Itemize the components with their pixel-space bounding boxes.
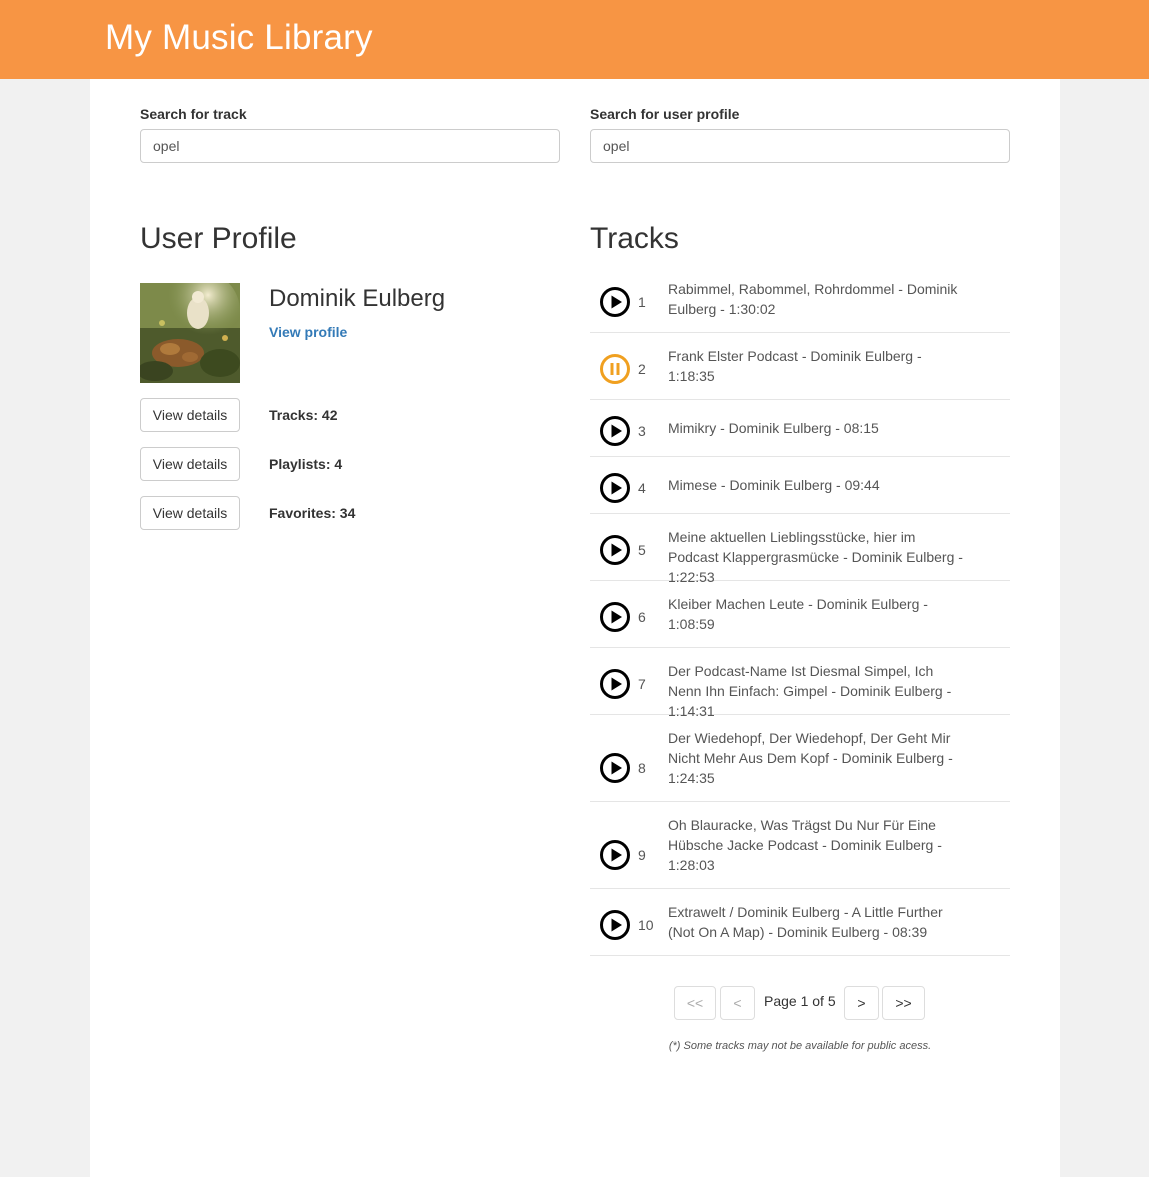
track-title[interactable]: Der Wiedehopf, Der Wiedehopf, Der Geht M… [668,728,968,788]
track-row[interactable]: 7 Der Podcast-Name Ist Diesmal Simpel, Ic… [590,648,1010,719]
track-title[interactable]: Mimese - Dominik Eulberg - 09:44 [668,475,968,495]
pause-icon[interactable] [599,353,631,385]
last-page-button[interactable]: >> [882,986,925,1020]
app-header: My Music Library [0,0,1149,79]
track-number: 10 [638,916,654,933]
view-tracks-details-button[interactable]: View details [140,398,240,432]
play-icon[interactable] [599,909,631,941]
track-row[interactable]: 8 Der Wiedehopf, Der Wiedehopf, Der Geht … [590,715,1010,802]
profile-avatar [140,283,240,383]
track-title[interactable]: Kleiber Machen Leute - Dominik Eulberg -… [668,594,968,634]
page-indicator: Page 1 of 5 [764,993,836,1009]
track-list: 1 Rabimmel, Rabommel, Rohrdommel - Domini… [590,266,1010,956]
favorites-count: Favorites: 34 [269,505,356,521]
play-icon[interactable] [599,752,631,784]
next-page-button[interactable]: > [844,986,879,1020]
track-number: 8 [638,759,646,776]
track-row[interactable]: 6 Kleiber Machen Leute - Dominik Eulberg … [590,581,1010,648]
play-icon[interactable] [599,839,631,871]
track-number: 5 [638,541,646,558]
play-icon[interactable] [599,668,631,700]
search-user-input[interactable] [590,129,1010,163]
track-title[interactable]: Rabimmel, Rabommel, Rohrdommel - Dominik… [668,279,968,319]
app-title: My Music Library [105,18,373,57]
first-page-button[interactable]: << [674,986,716,1020]
track-title[interactable]: Oh Blauracke, Was Trägst Du Nur Für Eine… [668,815,968,875]
user-profile-heading: User Profile [140,222,297,255]
search-track-label: Search for track [140,106,247,122]
search-user-label: Search for user profile [590,106,740,122]
prev-page-button[interactable]: < [720,986,755,1020]
main-content: Search for track Search for user profile… [90,79,1060,1177]
track-row[interactable]: 5 Meine aktuellen Lieblingsstücke, hier i… [590,514,1010,585]
view-profile-link[interactable]: View profile [269,324,347,340]
play-icon[interactable] [599,534,631,566]
view-playlists-details-button[interactable]: View details [140,447,240,481]
track-row[interactable]: 1 Rabimmel, Rabommel, Rohrdommel - Domini… [590,266,1010,333]
track-title[interactable]: Frank Elster Podcast - Dominik Eulberg -… [668,346,968,386]
track-title[interactable]: Der Podcast-Name Ist Diesmal Simpel, Ich… [668,661,968,721]
track-row[interactable]: 9 Oh Blauracke, Was Trägst Du Nur Für Ein… [590,802,1010,889]
profile-name: Dominik Eulberg [269,285,446,312]
track-number: 1 [638,293,646,310]
play-icon[interactable] [599,286,631,318]
track-title[interactable]: Mimikry - Dominik Eulberg - 08:15 [668,418,968,438]
track-number: 7 [638,675,646,692]
track-number: 4 [638,479,646,496]
search-track-input[interactable] [140,129,560,163]
track-title[interactable]: Extrawelt / Dominik Eulberg - A Little F… [668,902,968,942]
play-icon[interactable] [599,472,631,504]
play-icon[interactable] [599,415,631,447]
track-number: 9 [638,846,646,863]
track-row[interactable]: 3 Mimikry - Dominik Eulberg - 08:15 [590,400,1010,457]
track-number: 3 [638,422,646,439]
track-row[interactable]: 10 Extrawelt / Dominik Eulberg - A Little… [590,889,1010,956]
view-favorites-details-button[interactable]: View details [140,496,240,530]
availability-footnote: (*) Some tracks may not be available for… [668,1040,932,1052]
track-number: 2 [638,360,646,377]
track-number: 6 [638,608,646,625]
play-icon[interactable] [599,601,631,633]
track-row[interactable]: 2 Frank Elster Podcast - Dominik Eulberg … [590,333,1010,400]
track-title[interactable]: Meine aktuellen Lieblingsstücke, hier im… [668,527,968,587]
playlists-count: Playlists: 4 [269,456,343,472]
track-row[interactable]: 4 Mimese - Dominik Eulberg - 09:44 [590,457,1010,514]
tracks-heading: Tracks [590,222,679,255]
tracks-count: Tracks: 42 [269,407,338,423]
